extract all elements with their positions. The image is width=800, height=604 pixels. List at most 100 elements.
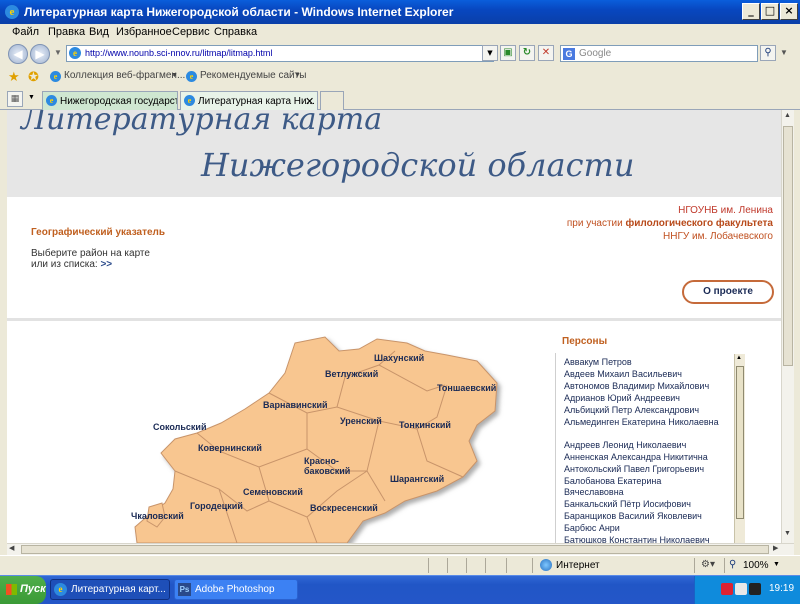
zoom-level[interactable]: 100% — [743, 560, 769, 571]
map-label-chkalovsky[interactable]: Чкаловский — [131, 511, 184, 521]
tray-app-icon[interactable] — [721, 583, 733, 595]
address-url: http://www.nounb.sci-nnov.ru/litmap/litm… — [85, 48, 273, 58]
search-input[interactable]: G Google — [560, 45, 758, 62]
person-item[interactable]: Барбюс Анри — [564, 523, 620, 534]
map-label-tonshaevsky[interactable]: Тоншаевский — [437, 383, 496, 393]
start-button[interactable]: Пуск — [0, 576, 46, 604]
person-item[interactable]: Баранщиков Василий Яковлевич — [564, 511, 702, 522]
map-label-varnavinsky[interactable]: Варнавинский — [263, 400, 328, 410]
zoom-dropdown-icon[interactable]: ▼ — [773, 561, 780, 568]
org-line3: ННГУ им. Лобачевского — [663, 231, 773, 242]
map-label-urensky[interactable]: Уренский — [340, 416, 382, 426]
fav-item-suggested[interactable]: Рекомендуемые сайты — [200, 70, 306, 81]
tab-label: Нижегородская государств... — [60, 96, 178, 107]
person-item[interactable]: Авдеев Михаил Васильевич — [564, 369, 682, 380]
protected-mode-icon[interactable]: ⚙▾ — [701, 559, 715, 570]
person-item[interactable]: Альбицкий Петр Александрович — [564, 405, 699, 416]
about-project-button[interactable]: О проекте — [682, 280, 774, 304]
task-label: Литературная карт... — [71, 584, 166, 595]
menu-file[interactable]: Файл — [12, 26, 39, 38]
scroll-up-icon[interactable]: ▲ — [784, 112, 791, 119]
persons-list[interactable]: Аввакум Петров Авдеев Михаил Васильевич … — [555, 353, 744, 543]
menu-help[interactable]: Справка — [214, 26, 257, 38]
back-icon[interactable]: ◀ — [8, 44, 28, 64]
geo-index-heading: Географический указатель — [31, 227, 166, 238]
horizontal-scrollbar[interactable]: ◀ ▶ — [7, 543, 794, 555]
person-item[interactable]: Альмединген Екатерина Николаевна — [564, 417, 734, 428]
region-map[interactable] — [7, 321, 555, 543]
network-icon[interactable] — [735, 583, 747, 595]
menu-favorites[interactable]: Избранное — [116, 26, 172, 38]
menu-tools[interactable]: Сервис — [172, 26, 210, 38]
new-tab-button[interactable] — [320, 91, 344, 110]
favorites-star-icon[interactable]: ★ — [8, 69, 20, 85]
map-label-tonkinsky[interactable]: Тонкинский — [399, 420, 451, 430]
search-options-icon[interactable]: ▼ — [780, 48, 788, 57]
org-line2: при участии филологического факультета — [566, 218, 773, 229]
horizontal-scroll-thumb[interactable] — [21, 545, 769, 554]
person-item[interactable]: Анненская Александра Никитична — [564, 452, 708, 463]
map-label-voskresensky[interactable]: Воскресенский — [310, 503, 378, 513]
vertical-scroll-thumb[interactable] — [783, 126, 793, 366]
tab-favicon-icon: e — [184, 95, 195, 106]
clock[interactable]: 19:19 — [769, 583, 794, 594]
person-item[interactable]: Андреев Леонид Николаевич — [564, 440, 686, 451]
task-photoshop[interactable]: Ps Adobe Photoshop — [174, 579, 298, 600]
map-label-krasnobakovsky[interactable]: Красно-баковский — [304, 456, 364, 476]
history-dropdown-icon[interactable]: ▼ — [54, 48, 62, 57]
menu-edit[interactable]: Правка — [48, 26, 85, 38]
tab-litmap[interactable]: e Литературная карта Ни... ✕ — [180, 91, 318, 110]
address-dropdown-icon[interactable]: ▼ — [482, 45, 498, 61]
tab-nounb[interactable]: e Нижегородская государств... — [42, 91, 178, 110]
map-label-gorodetsky[interactable]: Городецкий — [190, 501, 243, 511]
show-list-link[interactable]: >> — [100, 259, 112, 270]
task-ie-window[interactable]: e Литературная карт... — [50, 579, 170, 600]
minimize-button[interactable]: _ — [742, 3, 760, 20]
scroll-right-icon[interactable]: ▶ — [773, 544, 778, 552]
map-label-shakhunsky[interactable]: Шахунский — [374, 353, 424, 363]
person-item[interactable]: Автономов Владимир Михайлович — [564, 381, 709, 392]
chevron-down-icon: ▼ — [294, 72, 301, 79]
forward-icon[interactable]: ▶ — [30, 44, 50, 64]
org-line1: НГОУНБ им. Ленина — [678, 205, 773, 216]
webslice-icon: e — [50, 71, 61, 82]
scroll-up-icon[interactable]: ▲ — [736, 355, 742, 361]
banner-title-line1: Литературная карта — [21, 110, 383, 137]
map-label-koverninsky[interactable]: Ковернинский — [198, 443, 262, 453]
person-item[interactable]: Балобанова Екатерина Вячеславовна — [564, 476, 714, 498]
person-item[interactable]: Антокольский Павел Григорьевич — [564, 464, 704, 475]
search-icon[interactable]: ⚲ — [760, 45, 776, 61]
fav-item-webslices[interactable]: Коллекция веб-фрагмен... — [64, 70, 185, 81]
scroll-left-icon[interactable]: ◀ — [9, 544, 14, 552]
map-label-vetluzhsky[interactable]: Ветлужский — [325, 369, 378, 379]
start-label: Пуск — [20, 583, 46, 595]
quick-tabs-icon[interactable]: ▦ — [7, 91, 23, 107]
volume-icon[interactable] — [749, 583, 761, 595]
persons-scroll-thumb[interactable] — [736, 366, 744, 519]
tab-list-icon[interactable]: ▼ — [28, 94, 35, 101]
persons-scrollbar[interactable]: ▲ — [734, 354, 745, 543]
menu-bar: Файл Правка Вид Избранное Сервис Справка — [0, 24, 800, 42]
menu-view[interactable]: Вид — [89, 26, 109, 38]
map-label-sharangsky[interactable]: Шарангский — [390, 474, 444, 484]
person-item[interactable]: Аввакум Петров — [564, 357, 632, 368]
title-bar[interactable]: e Литературная карта Нижегородской облас… — [0, 0, 800, 24]
map-label-semenovsky[interactable]: Семеновский — [243, 487, 303, 497]
scroll-down-icon[interactable]: ▼ — [784, 530, 791, 537]
internet-globe-icon — [540, 559, 552, 571]
person-item[interactable]: Батюшков Константин Николаевич — [564, 535, 710, 543]
close-button[interactable]: × — [780, 3, 798, 20]
close-tab-icon[interactable]: ✕ — [305, 95, 314, 108]
person-item[interactable]: Банкальский Пётр Иосифович — [564, 499, 691, 510]
vertical-scrollbar[interactable]: ▲ ▼ — [781, 110, 794, 543]
map-label-sokolsky[interactable]: Сокольский — [153, 422, 206, 432]
person-item[interactable]: Адрианов Юрий Андреевич — [564, 393, 680, 404]
window-title: Литературная карта Нижегородской области… — [24, 5, 454, 19]
refresh-icon[interactable]: ↻ — [519, 45, 535, 61]
compatibility-icon[interactable]: ▣ — [500, 45, 516, 61]
stop-icon[interactable]: ✕ — [538, 45, 554, 61]
photoshop-icon: Ps — [178, 583, 191, 596]
maximize-button[interactable]: □ — [761, 3, 779, 20]
add-favorites-icon[interactable]: ✪ — [28, 69, 39, 85]
address-field[interactable]: e http://www.nounb.sci-nnov.ru/litmap/li… — [66, 45, 494, 62]
